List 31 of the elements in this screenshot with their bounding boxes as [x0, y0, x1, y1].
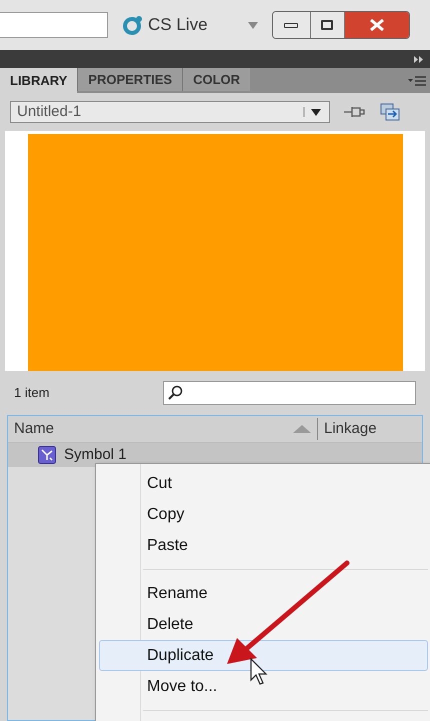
- panel-menu-icon[interactable]: [408, 76, 426, 86]
- menu-item[interactable]: Move to...: [99, 671, 428, 702]
- menu-item[interactable]: Copy: [99, 499, 428, 530]
- search-field[interactable]: [0, 12, 108, 38]
- dropdown-icon[interactable]: [248, 22, 258, 28]
- cs-live-label[interactable]: CS Live: [148, 12, 208, 38]
- pin-icon[interactable]: [344, 104, 366, 120]
- menu-item[interactable]: Delete: [99, 609, 428, 640]
- menu-item[interactable]: Paste: [99, 530, 428, 561]
- collapse-icon[interactable]: [414, 56, 424, 62]
- symbol-name: Symbol 1: [64, 448, 127, 462]
- close-icon: [368, 19, 385, 31]
- maximize-button[interactable]: [310, 12, 345, 38]
- cursor-icon: [250, 658, 270, 686]
- menu-item[interactable]: Rename: [99, 578, 428, 609]
- panel-tab[interactable]: PROPERTIES: [77, 68, 182, 91]
- search-icon: [168, 385, 184, 401]
- panel-tab[interactable]: LIBRARY: [0, 68, 78, 93]
- close-button[interactable]: [344, 12, 409, 38]
- minimize-button[interactable]: [272, 12, 311, 38]
- column-header[interactable]: Name: [8, 418, 293, 440]
- item-count: 1 item: [14, 384, 50, 402]
- symbol-icon: [38, 446, 56, 464]
- document-select[interactable]: Untitled-1: [10, 101, 330, 123]
- menu-item[interactable]: Cut: [99, 468, 428, 499]
- search-field[interactable]: [163, 381, 416, 405]
- new-library-icon[interactable]: [380, 103, 400, 121]
- panel-tab[interactable]: COLOR: [182, 68, 250, 91]
- column-header[interactable]: Linkage: [317, 418, 422, 440]
- menu-item[interactable]: Duplicate: [99, 640, 428, 671]
- cs-live-icon[interactable]: [122, 14, 144, 36]
